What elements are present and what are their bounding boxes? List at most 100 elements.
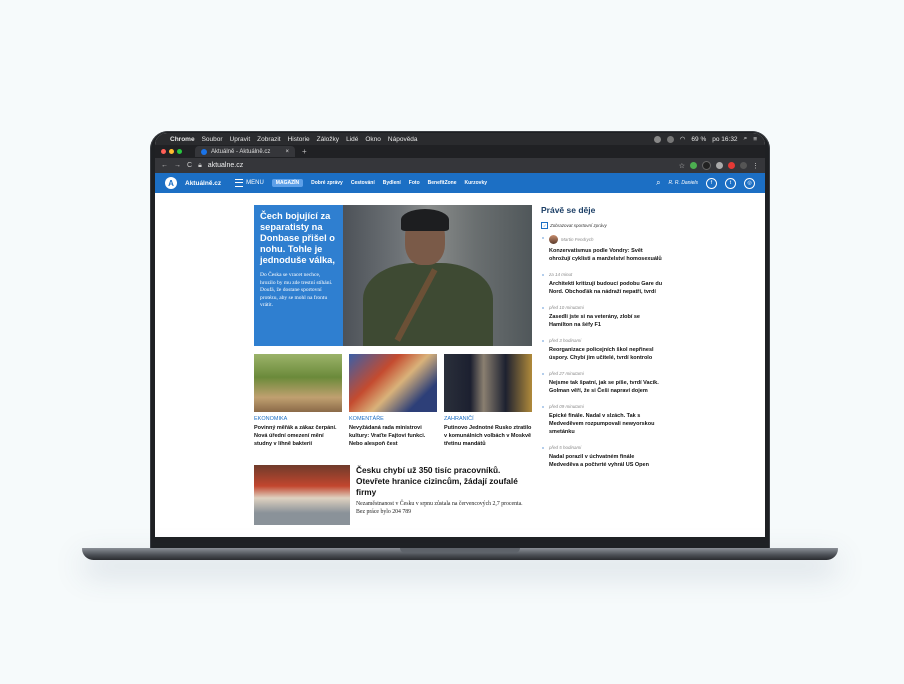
forward-icon[interactable]: → xyxy=(174,162,181,169)
card-category[interactable]: EKONOMIKA xyxy=(254,416,342,422)
feed-item[interactable]: před 3 hodinami Reorganizace policejních… xyxy=(541,338,663,362)
reload-icon[interactable]: C xyxy=(187,162,192,169)
menu-lide[interactable]: Lidé xyxy=(346,136,358,143)
live-feed-sidebar: Právě se děje ✓ Zobrazovat sportovní zpr… xyxy=(541,205,663,478)
extension-icon[interactable] xyxy=(728,162,735,169)
twitter-icon[interactable]: t xyxy=(725,177,736,189)
menu-okno[interactable]: Okno xyxy=(365,136,381,143)
feed-item[interactable]: před 10 minutami Zasedli jste si na vete… xyxy=(541,305,663,329)
extension-icon[interactable] xyxy=(716,162,723,169)
facebook-icon[interactable]: f xyxy=(706,177,717,189)
card-title[interactable]: Povinný měřák a zákaz čerpání. Nová úřed… xyxy=(254,424,342,448)
story-card[interactable]: ZAHRANIČÍ Putinovo Jednotné Rusko ztrati… xyxy=(444,354,532,448)
sports-toggle[interactable]: ✓ Zobrazovat sportovní zprávy xyxy=(541,222,663,229)
card-category[interactable]: KOMENTÁŘE xyxy=(349,416,437,422)
close-window-icon[interactable] xyxy=(161,149,166,154)
checkbox-checked-icon[interactable]: ✓ xyxy=(541,222,548,229)
nav-magazin[interactable]: MAGAZÍN xyxy=(271,179,304,187)
close-tab-icon[interactable]: × xyxy=(285,149,289,155)
menu-historie[interactable]: Historie xyxy=(288,136,310,143)
clock[interactable]: po 16:32 xyxy=(712,136,737,143)
favicon-icon xyxy=(201,148,207,155)
instagram-icon[interactable]: ◎ xyxy=(744,177,755,189)
feed-item[interactable]: před 09 minutami Epické finále. Nadal v … xyxy=(541,404,663,436)
card-image[interactable] xyxy=(254,354,342,412)
feed-meta: před 10 minutami xyxy=(549,305,584,310)
extension-icon[interactable] xyxy=(702,161,711,170)
nav-benefitzone[interactable]: BenefitZone xyxy=(428,180,457,186)
hero-description: Do Česka se vracet nechce, hrozilo by mu… xyxy=(260,272,333,308)
profile-icon[interactable] xyxy=(740,162,747,169)
user-name[interactable]: R. R. Daniels xyxy=(669,180,698,186)
feed-title[interactable]: Nejsme tak špatní, jak se píše, tvrdí Va… xyxy=(549,379,663,395)
page-content: Čech bojující za separatisty na Donbase … xyxy=(155,193,765,533)
hero-title[interactable]: Čech bojující za separatisty na Donbase … xyxy=(260,211,337,266)
feed-title[interactable]: Reorganizace policejních škol nepřinesl … xyxy=(549,346,663,362)
bottom-story[interactable]: Česku chybí už 350 tisíc pracovníků. Ote… xyxy=(254,465,532,525)
bottom-story-image[interactable] xyxy=(254,465,350,525)
search-icon[interactable]: ⌕ xyxy=(744,135,748,143)
minimize-window-icon[interactable] xyxy=(169,149,174,154)
menu-napoveda[interactable]: Nápověda xyxy=(388,136,418,143)
battery-level[interactable]: 69 % xyxy=(691,136,706,143)
menu-label: MENU xyxy=(246,180,264,186)
hero-text-box: Čech bojující za separatisty na Donbase … xyxy=(254,205,343,346)
url-field[interactable]: aktualne.cz xyxy=(208,162,243,169)
feed-item[interactable]: před 27 minutami Nejsme tak špatní, jak … xyxy=(541,371,663,395)
nav-dobre-zpravy[interactable]: Dobré zprávy xyxy=(311,180,343,186)
feed-meta: před 27 minutami xyxy=(549,371,584,376)
site-search-icon[interactable]: ⌕ xyxy=(656,178,660,188)
feed-title[interactable]: Epické finále. Nadal v slzách. Tak s Med… xyxy=(549,412,663,436)
list-icon[interactable]: ≡ xyxy=(753,136,757,143)
back-icon[interactable]: ← xyxy=(161,162,168,169)
feed-title[interactable]: Architekti kritizují budoucí podobu Gare… xyxy=(549,280,663,296)
wifi-icon[interactable]: ◠ xyxy=(680,135,686,143)
bookmark-star-icon[interactable]: ☆ xyxy=(679,162,685,170)
sports-toggle-label: Zobrazovat sportovní zprávy xyxy=(550,223,607,228)
browser-tab[interactable]: Aktuálně - Aktuálně.cz × xyxy=(195,146,295,157)
aktualne-logo-icon[interactable]: A xyxy=(165,177,177,189)
card-image[interactable] xyxy=(349,354,437,412)
feed-title[interactable]: Zasedli jste si na veterány, zlobí se Ha… xyxy=(549,313,663,329)
feed-title[interactable]: Konzervatismus podle Vondry: Svět ohrožu… xyxy=(549,247,663,263)
menu-upravit[interactable]: Upravit xyxy=(230,136,251,143)
story-cards: EKONOMIKA Povinný měřák a zákaz čerpání.… xyxy=(254,354,532,448)
nav-foto[interactable]: Foto xyxy=(409,180,420,186)
menu-zalozky[interactable]: Záložky xyxy=(317,136,339,143)
nav-kurzovky[interactable]: Kurzovky xyxy=(465,180,488,186)
menu-soubor[interactable]: Soubor xyxy=(202,136,223,143)
maximize-window-icon[interactable] xyxy=(177,149,182,154)
nav-bydleni[interactable]: Bydlení xyxy=(383,180,401,186)
kebab-menu-icon[interactable]: ⋮ xyxy=(752,162,759,170)
card-title[interactable]: Putinovo Jednotné Rusko ztratilo v komun… xyxy=(444,424,532,448)
extension-icon[interactable] xyxy=(690,162,697,169)
bottom-story-title[interactable]: Česku chybí už 350 tisíc pracovníků. Ote… xyxy=(356,465,532,498)
story-card[interactable]: KOMENTÁŘE Nevyžádaná rada ministrovi kul… xyxy=(349,354,437,448)
hamburger-icon xyxy=(235,179,244,187)
author-avatar xyxy=(549,235,558,244)
menu-zobrazit[interactable]: Zobrazit xyxy=(257,136,280,143)
card-title[interactable]: Nevyžádaná rada ministrovi kultury: Vrať… xyxy=(349,424,437,448)
laptop-screen: Chrome Soubor Upravit Zobrazit Historie … xyxy=(155,133,765,537)
site-brand[interactable]: Aktuálně.cz xyxy=(185,180,221,187)
menu-button[interactable]: MENU xyxy=(235,179,264,187)
card-image[interactable] xyxy=(444,354,532,412)
cloud-icon[interactable] xyxy=(666,135,674,143)
menubar-app-name[interactable]: Chrome xyxy=(170,136,195,143)
feed-meta: před 09 minutami xyxy=(549,404,584,409)
feed-item[interactable]: za 14 minut Architekti kritizují budoucí… xyxy=(541,272,663,296)
story-card[interactable]: EKONOMIKA Povinný měřák a zákaz čerpání.… xyxy=(254,354,342,448)
feed-item[interactable]: před 5 hodinami Nadal porazil v úchvatné… xyxy=(541,445,663,469)
feed-item[interactable]: Martin Fendrych Konzervatismus podle Von… xyxy=(541,235,663,263)
new-tab-icon[interactable]: + xyxy=(302,147,307,156)
mac-menubar: Chrome Soubor Upravit Zobrazit Historie … xyxy=(155,133,765,145)
card-category[interactable]: ZAHRANIČÍ xyxy=(444,416,532,422)
hero-story[interactable]: Čech bojující za separatisty na Donbase … xyxy=(254,205,532,346)
dropbox-icon[interactable] xyxy=(653,135,661,143)
lock-icon: 🔒︎ xyxy=(198,161,202,169)
feed-title[interactable]: Nadal porazil v úchvatném finále Medvedě… xyxy=(549,453,663,469)
laptop-notch xyxy=(400,548,520,553)
nav-cestovani[interactable]: Cestování xyxy=(351,180,375,186)
feed-author: Martin Fendrych xyxy=(549,235,663,244)
hero-image[interactable] xyxy=(343,205,532,346)
